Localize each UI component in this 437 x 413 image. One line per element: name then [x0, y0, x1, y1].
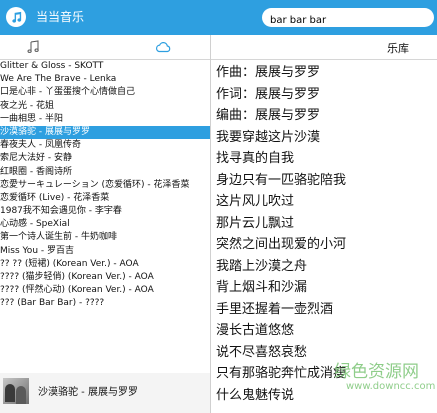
song-item[interactable]: ???? (怦然心动) (Korean Ver.) - AOA: [0, 284, 210, 297]
left-panel: Glitter & Gloss - SKOTT We Are The Brave…: [0, 35, 211, 413]
search-box[interactable]: [262, 8, 434, 30]
song-item[interactable]: ???? (猫步轻俏) (Korean Ver.) - AOA: [0, 271, 210, 284]
now-playing-bar: 沙漠骆驼 - 展展与罗罗: [0, 373, 210, 413]
song-item[interactable]: 恋愛サーキュレーション (恋爱循环) - 花泽香菜: [0, 179, 210, 192]
song-item[interactable]: 索尼大法好 - 安静: [0, 152, 210, 165]
tab-cloud-music[interactable]: [154, 38, 172, 56]
lyric-line: 找寻真的自我: [216, 151, 295, 166]
album-cover[interactable]: [3, 378, 29, 404]
lyrics-list: 作曲：展展与罗罗 作词：展展与罗罗 编曲：展展与罗罗 我要穿越这片沙漠 找寻真的…: [216, 62, 346, 406]
lyric-line: 作曲：展展与罗罗: [216, 65, 321, 80]
now-playing-title: 沙漠骆驼 - 展展与罗罗: [38, 387, 138, 398]
song-item[interactable]: 春夜夫人 - 凤凰传奇: [0, 139, 210, 152]
lyric-line: 漫长古道悠悠: [216, 323, 295, 338]
title-bar: 当当音乐: [0, 0, 437, 35]
lyric-line: 我踏上沙漠之舟: [216, 258, 308, 274]
song-item[interactable]: Glitter & Gloss - SKOTT: [0, 60, 210, 73]
watermark: 绿色资源网 www.downcc.com: [316, 357, 436, 407]
song-item[interactable]: 一曲相思 - 半阳: [0, 113, 210, 126]
lyric-line: 我要穿越这片沙漠: [216, 129, 321, 145]
song-item[interactable]: 心动感 - SpeXial: [0, 218, 210, 231]
song-item[interactable]: ?? ?? (短裙) (Korean Ver.) - AOA: [0, 258, 210, 271]
lyric-line: 突然之间出现爱的小河: [216, 237, 347, 252]
lyric-line: 身边只有一匹骆驼陪我: [216, 172, 347, 188]
song-item[interactable]: 1987我不知会遇见你 - 李宇春: [0, 205, 210, 218]
lyric-line: 作词：展展与罗罗: [216, 86, 321, 102]
library-tab[interactable]: 乐库: [387, 40, 409, 56]
watermark-url: www.downcc.com: [346, 381, 436, 392]
lyric-line: 编曲：展展与罗罗: [216, 108, 321, 123]
search-input[interactable]: [262, 11, 410, 30]
song-item[interactable]: We Are The Brave - Lenka: [0, 73, 210, 86]
song-item-active[interactable]: 沙漠骆驼 - 展展与罗罗: [0, 125, 210, 140]
lyric-line: 手里还握着一壶烈酒: [216, 301, 334, 317]
tab-bar: [0, 35, 210, 60]
song-item[interactable]: 第一个诗人诞生前 - 牛奶咖啡: [0, 231, 210, 244]
watermark-text: 绿色资源网: [334, 362, 419, 382]
app-logo-icon: [6, 7, 26, 27]
song-item[interactable]: 口是心非 - 丫蛋蛋搜个心情做自己: [0, 86, 210, 99]
song-item[interactable]: 恋爱循环 (Live) - 花泽香菜: [0, 192, 210, 205]
tab-local-music[interactable]: [24, 38, 42, 56]
lyric-line: 这片风儿吹过: [216, 194, 295, 209]
song-item[interactable]: 红眼圈 - 香阁诗所: [0, 166, 210, 179]
lyric-line: 背上烟斗和沙漏: [216, 280, 308, 295]
cloud-icon: [155, 42, 171, 53]
app-title: 当当音乐: [36, 10, 85, 24]
lyric-line: 那片云儿飘过: [216, 215, 295, 231]
music-note-icon: [27, 40, 39, 53]
song-list: Glitter & Gloss - SKOTT We Are The Brave…: [0, 60, 210, 372]
song-item[interactable]: 夜之光 - 花姐: [0, 100, 210, 113]
song-item[interactable]: ??? (Bar Bar Bar) - ????: [0, 297, 210, 310]
library-header: 乐库: [211, 35, 437, 60]
song-item[interactable]: Miss You - 罗百吉: [0, 245, 210, 258]
